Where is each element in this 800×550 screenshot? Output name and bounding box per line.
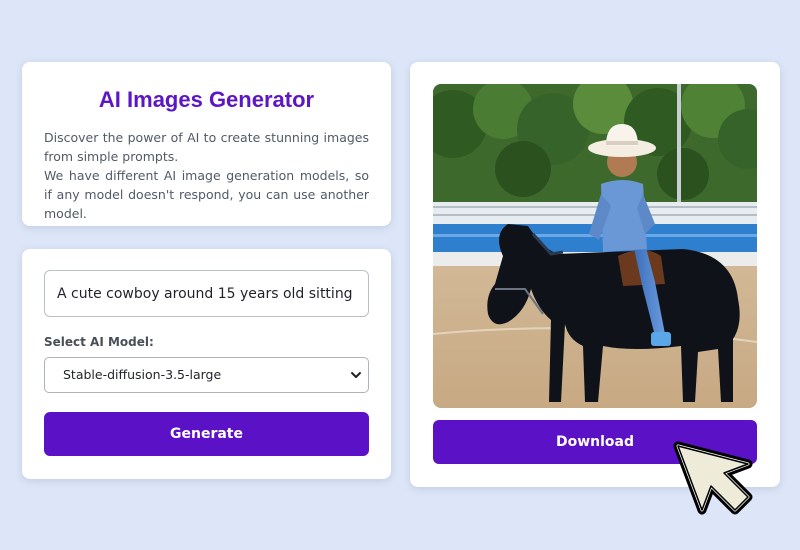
generate-button[interactable]: Generate (44, 412, 369, 456)
model-select-label: Select AI Model: (44, 335, 154, 349)
chevron-down-icon (351, 372, 361, 378)
intro-card: AI Images Generator Discover the power o… (22, 62, 391, 226)
page-title: AI Images Generator (98, 87, 315, 112)
prompt-input[interactable] (44, 270, 369, 317)
result-card: Download (410, 62, 780, 487)
generator-form: Select AI Model: Stable-diffusion-3.5-la… (22, 249, 391, 479)
page-description: Discover the power of AI to create stunn… (44, 128, 369, 223)
mouse-pointer-icon (673, 441, 753, 515)
generated-image (433, 84, 757, 408)
description-text: We have different AI image generation mo… (44, 168, 369, 221)
model-select-value: Stable-diffusion-3.5-large (63, 367, 222, 382)
description-text: Discover the power of AI to create stunn… (44, 130, 369, 164)
model-select[interactable]: Stable-diffusion-3.5-large (44, 357, 369, 393)
